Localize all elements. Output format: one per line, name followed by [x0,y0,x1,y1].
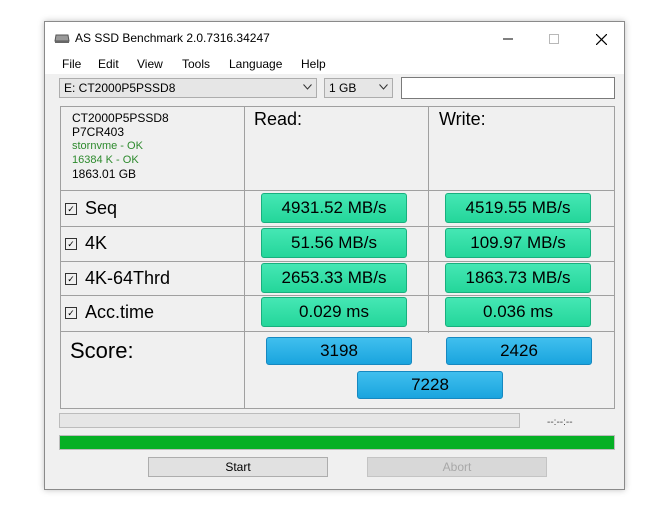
overall-progress-bar [59,435,615,450]
4k-read-result: 51.56 MB/s [261,228,407,258]
acc-read-result: 0.029 ms [261,297,407,327]
start-button[interactable]: Start [148,457,328,477]
test-4k64-label: 4K-64Thrd [85,268,171,288]
test-acc-row-label[interactable]: ✓ Acc.time [65,302,154,323]
4k-checkbox[interactable]: ✓ [65,238,77,250]
test-acc-label: Acc.time [85,302,155,322]
test-4k-row-label[interactable]: ✓ 4K [65,233,107,254]
alignment-status: 16384 K - OK [72,154,139,166]
score-total: 7228 [357,371,503,399]
title-bar: AS SSD Benchmark 2.0.7316.34247 [45,22,624,54]
test-4k-label: 4K [85,233,108,253]
menu-language[interactable]: Language [229,57,282,71]
4k64-read-result: 2653.33 MB/s [261,263,407,293]
minimize-button[interactable] [485,22,531,54]
close-button[interactable] [578,22,624,54]
4k64-write-result: 1863.73 MB/s [445,263,591,293]
minimize-icon [503,38,513,40]
drive-info: CT2000P5PSSD8 P7CR403 stornvme - OK 1638… [72,111,169,181]
grid-divider [60,226,615,227]
4k64-checkbox[interactable]: ✓ [65,273,77,285]
drive-model: CT2000P5PSSD8 [72,111,169,125]
size-select-value: 1 GB [329,81,357,95]
menu-tools[interactable]: Tools [182,57,210,71]
test-4k64-row-label[interactable]: ✓ 4K-64Thrd [65,268,170,289]
drive-firmware: P7CR403 [72,125,125,139]
menu-edit[interactable]: Edit [98,57,119,71]
elapsed-time: --:--:-- [547,417,573,428]
menu-view[interactable]: View [137,57,163,71]
drive-select[interactable]: E: CT2000P5PSSD8 [59,78,317,98]
acc-checkbox[interactable]: ✓ [65,307,77,319]
read-header: Read: [254,109,303,129]
test-seq-row-label[interactable]: ✓ Seq [65,198,117,219]
score-read: 3198 [266,337,412,365]
chevron-down-icon [379,84,388,90]
drive-select-value: E: CT2000P5PSSD8 [64,81,176,95]
grid-divider [244,106,245,409]
info-textbox[interactable] [401,77,615,99]
driver-status: stornvme - OK [72,140,143,152]
maximize-icon [549,34,559,45]
grid-divider [60,190,615,191]
4k-write-result: 109.97 MB/s [445,228,591,258]
menu-help[interactable]: Help [301,57,326,71]
seq-checkbox[interactable]: ✓ [65,203,77,215]
close-icon [595,33,607,46]
menu-file[interactable]: File [62,57,81,71]
test-progress-bar [59,413,520,428]
score-label: Score: [70,338,134,363]
grid-divider [428,106,429,333]
seq-write-result: 4519.55 MB/s [445,193,591,223]
seq-read-result: 4931.52 MB/s [261,193,407,223]
size-select[interactable]: 1 GB [324,78,393,98]
grid-divider [60,331,615,332]
write-header: Write: [439,109,486,129]
menu-bar: File Edit View Tools Language Help [45,54,624,74]
chevron-down-icon [303,84,312,90]
app-drive-icon [54,34,70,43]
score-write: 2426 [446,337,592,365]
maximize-button[interactable] [531,22,577,54]
acc-write-result: 0.036 ms [445,297,591,327]
drive-capacity: 1863.01 GB [72,167,137,181]
grid-divider [60,295,615,296]
grid-divider [60,261,615,262]
window-title: AS SSD Benchmark 2.0.7316.34247 [75,31,270,45]
test-seq-label: Seq [85,198,118,218]
main-window: AS SSD Benchmark 2.0.7316.34247 File Edi… [44,21,625,490]
overall-progress-fill [60,436,614,449]
abort-button[interactable]: Abort [367,457,547,477]
